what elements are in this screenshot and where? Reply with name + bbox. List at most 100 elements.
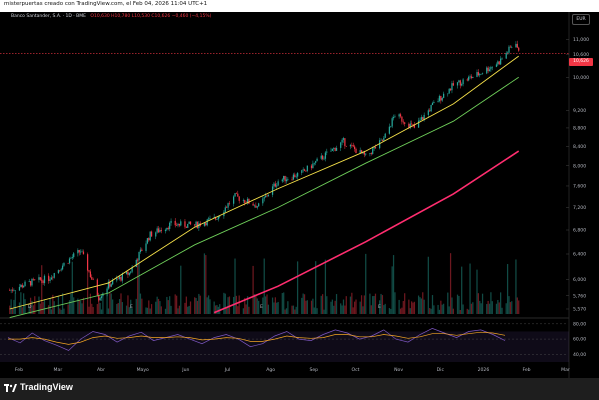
volume-bar xyxy=(342,299,345,314)
event-marker-e2[interactable]: E xyxy=(260,305,263,310)
candle-body xyxy=(283,175,285,180)
volume-bar xyxy=(401,307,403,314)
volume-bar xyxy=(498,302,500,314)
candle-body xyxy=(370,153,372,154)
candle-body xyxy=(28,281,30,282)
candle-body xyxy=(86,254,89,271)
price-axis-label: 8,400 xyxy=(573,144,586,150)
candle-body xyxy=(120,276,122,281)
volume-bar xyxy=(509,302,511,314)
candle-body xyxy=(458,80,460,83)
volume-bar xyxy=(224,293,226,314)
volume-bar xyxy=(256,298,258,314)
time-axis-label: Abr xyxy=(97,367,105,373)
volume-bar xyxy=(121,302,124,314)
candle-body xyxy=(369,153,371,154)
candle-body xyxy=(235,193,238,194)
candle-body xyxy=(516,43,518,48)
candle-body xyxy=(273,183,275,187)
candle-body xyxy=(238,196,240,201)
candle-body xyxy=(209,217,211,219)
candle-body xyxy=(266,195,268,197)
volume-bar xyxy=(374,293,377,314)
volume-bar xyxy=(157,298,160,314)
candle-body xyxy=(384,133,386,138)
volume-bar xyxy=(188,305,190,314)
volume-bar xyxy=(427,256,429,314)
price-axis-label: 11,000 xyxy=(573,37,589,43)
candle-body xyxy=(345,145,347,147)
volume-bar xyxy=(458,295,460,314)
volume-bar xyxy=(505,303,507,314)
volume-bar xyxy=(39,303,41,314)
volume-bar xyxy=(390,308,392,314)
volume-bar xyxy=(472,302,474,314)
candle-body xyxy=(42,280,44,284)
volume-bar xyxy=(156,296,158,314)
price-axis-label: 6,800 xyxy=(573,228,586,234)
candle-body xyxy=(125,271,128,274)
event-marker-e3[interactable]: E xyxy=(378,305,381,310)
volume-bar xyxy=(422,292,424,314)
candle-body xyxy=(178,223,181,226)
event-marker-e1[interactable]: E xyxy=(130,305,133,310)
volume-bar xyxy=(234,258,236,314)
volume-bar xyxy=(117,302,119,314)
time-axis-label: Feb xyxy=(522,367,530,373)
candle-body xyxy=(80,251,82,253)
volume-bar xyxy=(107,308,110,314)
candle-body xyxy=(99,298,101,301)
volume-bar xyxy=(248,306,250,314)
volume-bar xyxy=(253,294,256,314)
candle-body xyxy=(117,278,119,280)
volume-bar xyxy=(175,295,178,314)
candle-body xyxy=(301,170,303,173)
volume-bar xyxy=(440,300,442,314)
candle-body xyxy=(437,101,439,103)
candle-body xyxy=(296,172,299,177)
candle-body xyxy=(501,58,503,60)
volume-bar xyxy=(199,295,201,314)
volume-bar xyxy=(487,300,489,314)
event-marker-d[interactable]: D xyxy=(28,305,31,310)
chart-canvas[interactable]: 80,00 60,00 40,00 11,000 10,600 10,000 9,200 8… xyxy=(0,0,599,378)
volume-bar xyxy=(120,293,122,314)
volume-bar xyxy=(334,300,336,314)
candle-body xyxy=(305,170,307,172)
volume-bar xyxy=(80,300,82,314)
volume-bar xyxy=(184,302,186,314)
candle-body xyxy=(61,265,64,270)
candle-body xyxy=(88,270,90,272)
candle-body xyxy=(110,284,112,287)
candle-body xyxy=(477,72,480,76)
volume-bar xyxy=(448,306,450,314)
candle-body xyxy=(121,273,124,281)
volume-bar xyxy=(205,255,207,314)
volume-bar xyxy=(306,300,308,314)
candle-body xyxy=(372,148,374,154)
candle-body xyxy=(324,152,327,159)
candle-body xyxy=(352,145,354,147)
volume-bar xyxy=(398,299,400,314)
volume-bar xyxy=(92,307,94,314)
candle-body xyxy=(149,231,151,241)
candle-body xyxy=(469,76,471,78)
volume-bar xyxy=(88,306,90,314)
volume-bar xyxy=(82,297,85,314)
candle-body xyxy=(291,179,293,180)
candle-body xyxy=(50,277,53,280)
candle-body xyxy=(351,144,353,146)
candle-body xyxy=(59,270,61,271)
candle-body xyxy=(207,218,210,220)
volume-bar xyxy=(177,308,179,314)
volume-bar xyxy=(388,308,391,314)
volume-bar xyxy=(267,304,270,314)
volume-bar xyxy=(408,299,410,314)
price-axis-label: 9,200 xyxy=(573,108,586,114)
candle-body xyxy=(264,195,267,198)
candle-body xyxy=(456,82,459,86)
volume-bar xyxy=(219,304,221,314)
candle-body xyxy=(185,226,187,228)
ema-slow-line xyxy=(213,150,520,314)
volume-bar xyxy=(488,303,491,314)
